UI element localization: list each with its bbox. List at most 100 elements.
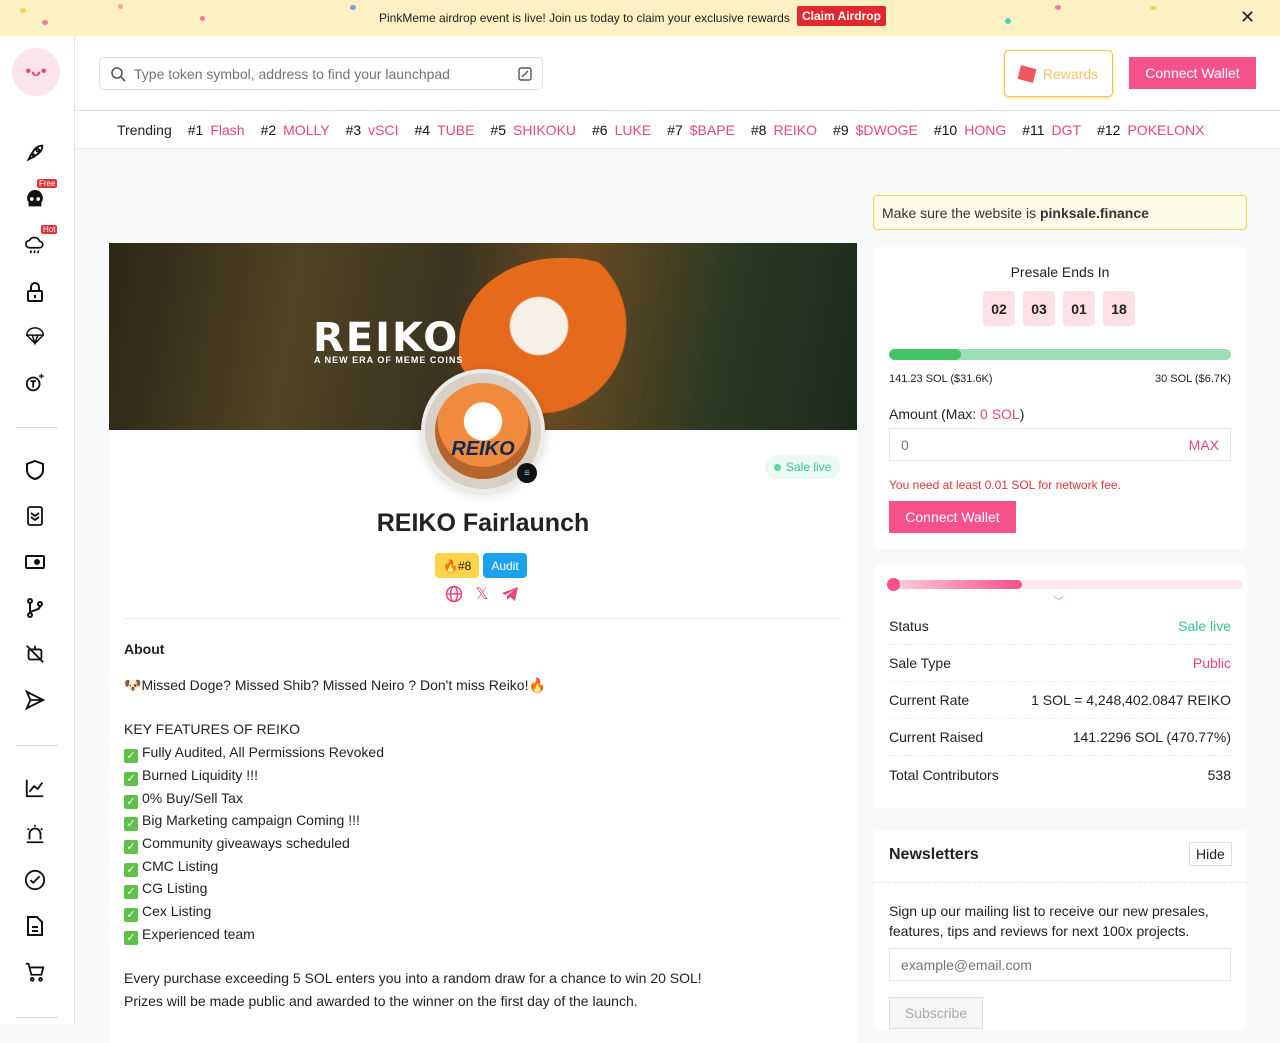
no-bot-icon[interactable]	[23, 642, 47, 666]
trending-token: $DWOGE	[855, 121, 918, 138]
trending-token: Flash	[210, 121, 245, 138]
audit-badge[interactable]: Audit	[483, 553, 527, 578]
feature-item: ✓ Cex Listing	[124, 900, 824, 923]
info-row: Current Rate 1 SOL = 4,248,402.0847 REIKO	[889, 682, 1231, 719]
info-value: 1 SOL = 4,248,402.0847 REIKO	[1031, 692, 1231, 708]
logo[interactable]: •ᴗ•	[12, 48, 60, 96]
avatar-logo-text: REIKO	[435, 383, 531, 479]
skull-icon[interactable]	[23, 187, 47, 211]
presale-card: Presale Ends In 02 03 01 18 141.23 SOL (…	[873, 247, 1247, 549]
trending-token: POKELONX	[1127, 121, 1205, 138]
solana-chain-icon: ≡	[517, 463, 537, 483]
x-twitter-icon[interactable]: 𝕏	[473, 585, 491, 603]
info-label: Current Rate	[889, 692, 970, 708]
search-box[interactable]	[99, 57, 543, 90]
trending-item[interactable]: #1 Flash	[188, 122, 245, 138]
hero-tagline: A NEW ERA OF MEME COINS	[314, 355, 464, 365]
rocket-icon[interactable]	[23, 141, 47, 165]
gift-icon	[1017, 64, 1037, 83]
close-icon[interactable]: ✕	[1240, 7, 1255, 28]
trending-rank: #7	[667, 121, 683, 138]
subscribe-button[interactable]: Subscribe	[889, 997, 983, 1029]
sale-info-card: ﹀ Status Sale live Sale Type Public Current …	[873, 565, 1247, 808]
trending-item[interactable]: #9 $DWOGE	[833, 122, 918, 138]
connect-wallet-button[interactable]: Connect Wallet	[1129, 57, 1256, 89]
fire-icon: 🔥	[443, 558, 458, 573]
trending-rank: #2	[260, 121, 277, 138]
hide-button[interactable]: Hide	[1189, 842, 1232, 866]
rewards-button[interactable]: Rewards	[1004, 50, 1113, 97]
git-branch-icon[interactable]	[23, 596, 47, 620]
trending-item[interactable]: #5 SHIKOKU	[490, 122, 576, 138]
promo-text: Every purchase exceeding 5 SOL enters yo…	[124, 970, 702, 987]
check-icon: ✓	[124, 908, 138, 923]
announcement-text: PinkMeme airdrop event is live! Join us …	[379, 11, 790, 25]
send-icon[interactable]	[23, 688, 47, 712]
check-icon: ✓	[124, 749, 138, 764]
feature-item: ✓ Community giveaways scheduled	[124, 832, 824, 855]
dog-emoji-icon: 🐶	[124, 676, 142, 693]
trending-token: HONG	[964, 121, 1007, 138]
amount-field[interactable]: MAX	[889, 428, 1231, 461]
fee-warning: You need at least 0.01 SOL for network f…	[889, 478, 1121, 492]
trending-item[interactable]: #8 REIKO	[751, 122, 817, 138]
trending-item[interactable]: #6 LUKE	[592, 122, 651, 138]
parachute-icon[interactable]	[23, 325, 47, 349]
info-label: Status	[889, 618, 929, 634]
verified-check-icon[interactable]	[23, 868, 47, 892]
stage-progress	[887, 578, 1243, 591]
trending-item[interactable]: #4 TUBE	[415, 122, 475, 138]
trending-item[interactable]: #11 DGT	[1022, 122, 1081, 138]
check-icon: ✓	[124, 771, 138, 786]
cart-icon[interactable]	[23, 960, 47, 984]
claim-airdrop-button[interactable]: Claim Airdrop	[797, 6, 886, 26]
check-icon: ✓	[124, 839, 138, 854]
status-badge: Sale live	[765, 455, 841, 479]
shield-icon[interactable]	[23, 458, 47, 482]
chevron-down-icon[interactable]: ﹀	[1053, 593, 1064, 609]
token-sparkle-icon[interactable]	[23, 371, 47, 395]
trending-bar: Trending #1 Flash #2 MOLLY #3 vSCI #4 TUBE #5 SHI…	[75, 111, 1280, 149]
trending-item[interactable]: #7 $BAPE	[667, 122, 735, 138]
trending-token: MOLLY	[283, 121, 330, 138]
amount-input[interactable]	[901, 436, 1101, 453]
countdown: 02 03 01 18	[983, 291, 1135, 326]
trending-item[interactable]: #12 POKELONX	[1097, 122, 1204, 138]
chart-line-icon[interactable]	[23, 776, 47, 800]
newsletter-card: Newsletters Hide Sign up our mailing lis…	[873, 830, 1247, 1030]
trending-rank: #12	[1097, 121, 1121, 138]
rewards-label: Rewards	[1042, 65, 1099, 82]
badge-rank-icon[interactable]	[23, 504, 47, 528]
telegram-icon[interactable]	[501, 585, 519, 603]
email-input[interactable]	[889, 948, 1231, 981]
document-icon[interactable]	[23, 914, 47, 938]
globe-icon[interactable]	[445, 585, 463, 603]
info-label: Current Raised	[889, 729, 984, 745]
phishing-notice: Make sure the website is pinksale.financ…	[873, 195, 1247, 230]
fire-icon: 🔥	[528, 676, 546, 693]
project-card: REIKO A NEW ERA OF MEME COINS REIKO ≡ Sa…	[109, 243, 857, 1043]
newsletter-heading: Newsletters	[889, 846, 979, 863]
lock-icon[interactable]	[23, 280, 47, 304]
trending-rank: #3	[345, 121, 362, 138]
features-list: ✓ Fully Audited, All Permissions Revoked ✓…	[124, 741, 824, 945]
progress-bar	[889, 349, 1231, 360]
trending-item[interactable]: #2 MOLLY	[261, 122, 330, 138]
trending-token: REIKO	[773, 121, 818, 138]
trending-token: TUBE	[437, 121, 475, 138]
sidebar-divider	[16, 427, 58, 428]
cloud-rain-icon[interactable]	[23, 233, 47, 257]
search-input[interactable]	[134, 65, 510, 82]
hot-badge: Hot	[41, 225, 58, 234]
check-icon: ✓	[124, 817, 138, 832]
trending-rank-badge[interactable]: 🔥 #8	[435, 553, 480, 578]
alarm-icon[interactable]	[23, 822, 47, 846]
trending-item[interactable]: #10 HONG	[934, 122, 1006, 138]
trending-token: vSCI	[368, 121, 399, 138]
max-button[interactable]: MAX	[1189, 437, 1219, 453]
connect-wallet-button[interactable]: Connect Wallet	[889, 501, 1016, 533]
trending-rank: #6	[592, 121, 608, 138]
trending-item[interactable]: #3 vSCI	[346, 122, 399, 138]
ticket-icon[interactable]	[23, 550, 47, 574]
info-label: Sale Type	[889, 655, 952, 671]
